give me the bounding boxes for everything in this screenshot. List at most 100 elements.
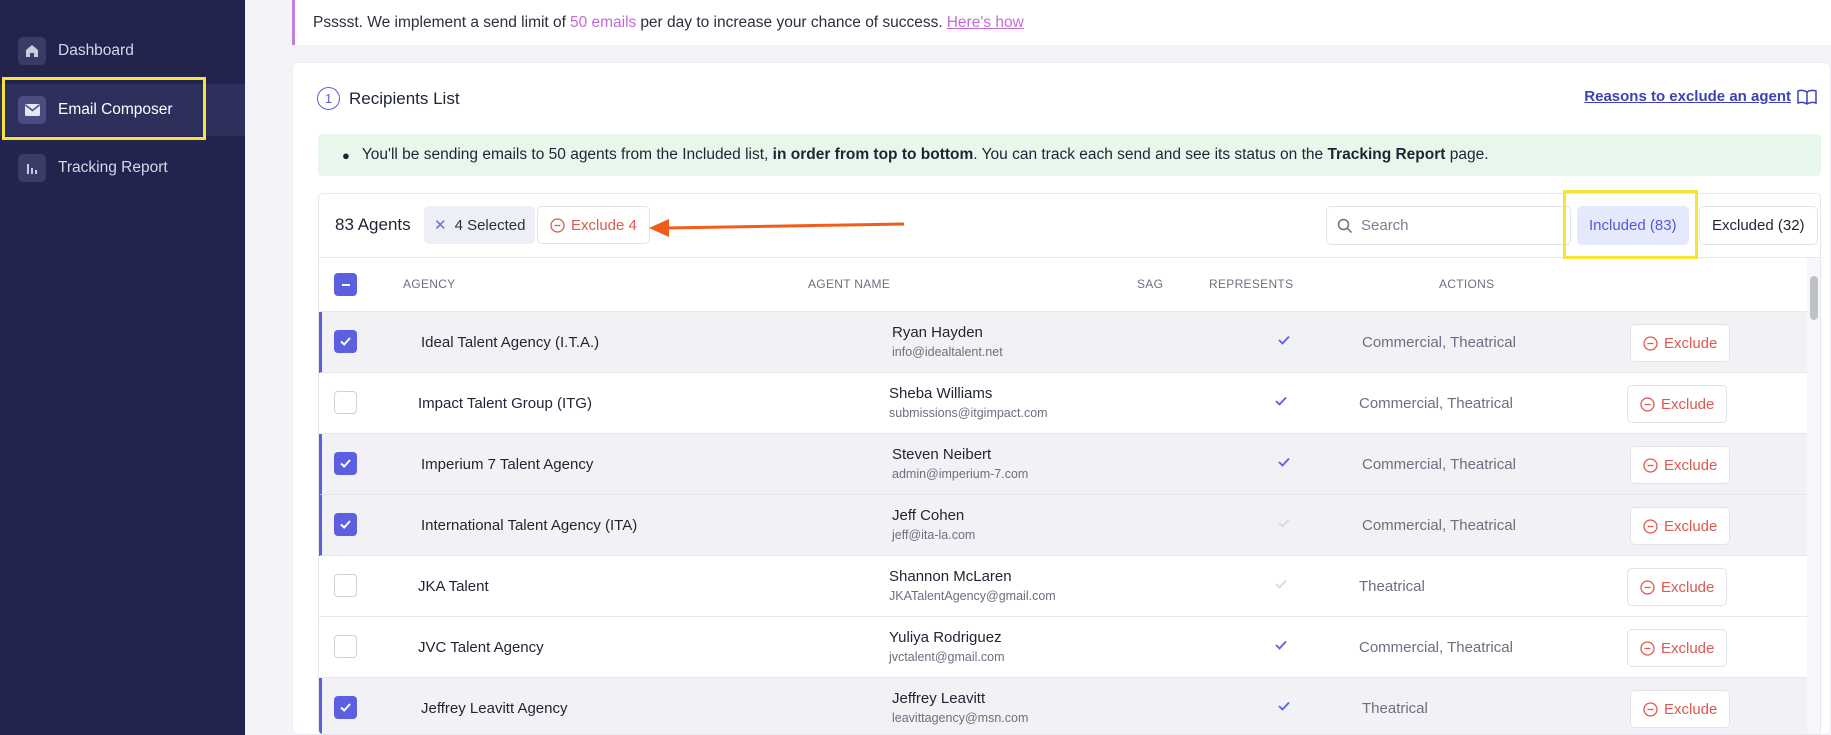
- row-checkbox-wrap: [334, 513, 357, 536]
- table-row[interactable]: Imperium 7 Talent Agency Steven Neibert ad…: [319, 434, 1807, 495]
- reasons-to-exclude-link[interactable]: Reasons to exclude an agent: [1584, 88, 1817, 105]
- info-banner: ● You'll be sending emails to 50 agents …: [318, 134, 1821, 176]
- table-row[interactable]: Jeffrey Leavitt Agency Jeffrey Leavitt lea…: [319, 678, 1807, 734]
- reasons-link-label: Reasons to exclude an agent: [1584, 88, 1791, 105]
- info-text-part: . You can track each send and see its st…: [973, 146, 1328, 163]
- row-checkbox[interactable]: [334, 513, 357, 536]
- represents: Commercial, Theatrical: [1362, 456, 1516, 473]
- search-input[interactable]: [1361, 217, 1561, 234]
- sidebar-item-tracking-report[interactable]: Tracking Report: [0, 142, 245, 194]
- exclude-button[interactable]: Exclude: [1630, 690, 1731, 728]
- minus-circle-icon: [1643, 335, 1658, 351]
- exclude-button[interactable]: Exclude: [1627, 568, 1728, 606]
- row-checkbox-wrap: [334, 452, 357, 475]
- book-icon: [1797, 89, 1817, 105]
- agent-email: jeff@ita-la.com: [892, 528, 976, 542]
- close-icon[interactable]: ✕: [434, 216, 447, 234]
- exclude-button[interactable]: Exclude: [1627, 385, 1728, 423]
- sidebar-item-dashboard[interactable]: Dashboard: [0, 25, 245, 77]
- selected-count-label: 4 Selected: [454, 216, 526, 234]
- page-title: Recipients List: [349, 88, 460, 108]
- table-row[interactable]: JKA Talent Shannon McLaren JKATalentAgency…: [319, 556, 1807, 617]
- table-row[interactable]: Ideal Talent Agency (I.T.A.) Ryan Hayden i…: [319, 312, 1807, 373]
- row-checkbox-wrap: [334, 635, 357, 658]
- agency-name: International Talent Agency (ITA): [421, 517, 638, 534]
- agency-name: Ideal Talent Agency (I.T.A.): [421, 334, 600, 351]
- row-checkbox[interactable]: [334, 452, 357, 475]
- sidebar-item-label: Dashboard: [58, 42, 134, 59]
- recipients-step-header: 1 Recipients List: [317, 87, 460, 110]
- row-checkbox[interactable]: [334, 574, 357, 597]
- exclude-button-label: Exclude: [1664, 456, 1718, 474]
- column-header-agent-name[interactable]: AGENT NAME: [808, 277, 890, 291]
- exclude-button-label: Exclude: [1664, 517, 1718, 535]
- exclude-button-label: Exclude: [1661, 639, 1715, 657]
- exclude-button-label: Exclude: [1664, 700, 1718, 718]
- check-icon: [340, 337, 351, 346]
- selected-count-chip[interactable]: ✕ 4 Selected: [424, 206, 536, 244]
- info-text-bold: Tracking Report: [1327, 146, 1446, 163]
- represents: Theatrical: [1359, 578, 1425, 595]
- heres-how-link[interactable]: Here's how: [947, 14, 1024, 32]
- minus-circle-icon: [1640, 579, 1655, 595]
- agent-email: leavittagency@msn.com: [892, 711, 1029, 725]
- info-text-bold: in order from top to bottom: [772, 146, 974, 163]
- check-icon: [340, 459, 351, 468]
- tab-excluded[interactable]: Excluded (32): [1699, 206, 1818, 245]
- exclude-button-label: Exclude: [1661, 395, 1715, 413]
- exclude-button[interactable]: Exclude: [1630, 324, 1731, 362]
- exclude-button[interactable]: Exclude: [1627, 629, 1728, 667]
- minus-circle-icon: [1643, 518, 1658, 534]
- agency-name: Imperium 7 Talent Agency: [421, 456, 594, 473]
- column-header-represents[interactable]: REPRESENTS: [1209, 277, 1293, 291]
- minus-circle-icon: [550, 217, 565, 233]
- minus-circle-icon: [1643, 701, 1658, 717]
- minus-circle-icon: [1640, 640, 1655, 656]
- column-header-agency[interactable]: AGENCY: [403, 277, 455, 291]
- exclude-selected-label: Exclude 4: [571, 216, 637, 234]
- minus-icon: [341, 283, 350, 286]
- search-icon: [1337, 218, 1353, 233]
- table-row[interactable]: JVC Talent Agency Yuliya Rodriguez jvctale…: [319, 617, 1807, 678]
- row-checkbox[interactable]: [334, 635, 357, 658]
- row-checkbox-wrap: [334, 696, 357, 719]
- table-row[interactable]: International Talent Agency (ITA) Jeff Co…: [319, 495, 1807, 556]
- scrollbar[interactable]: [1807, 258, 1820, 734]
- check-icon: [340, 520, 351, 529]
- represents: Commercial, Theatrical: [1359, 639, 1513, 656]
- row-checkbox[interactable]: [334, 696, 357, 719]
- row-checkbox[interactable]: [334, 330, 357, 353]
- search-field[interactable]: [1326, 206, 1571, 245]
- row-checkbox-wrap: [334, 330, 357, 353]
- exclude-button[interactable]: Exclude: [1630, 507, 1731, 545]
- agent-email: submissions@itgimpact.com: [889, 406, 1048, 420]
- check-icon: [340, 703, 351, 712]
- column-header-sag[interactable]: SAG: [1137, 277, 1163, 291]
- agent-email: info@idealtalent.net: [892, 345, 1003, 359]
- home-icon: [18, 37, 46, 65]
- annotation-arrow: [649, 219, 905, 237]
- info-text-part: You'll be sending emails to 50 agents fr…: [361, 146, 773, 163]
- agent-name: Ryan Hayden: [892, 324, 983, 341]
- select-all-checkbox[interactable]: [334, 273, 357, 296]
- agent-name: Shannon McLaren: [889, 568, 1012, 585]
- highlight-box-email-composer: [2, 77, 206, 140]
- agent-name: Sheba Williams: [889, 385, 993, 402]
- agent-email: JKATalentAgency@gmail.com: [889, 589, 1056, 603]
- exclude-button[interactable]: Exclude: [1630, 446, 1731, 484]
- recipients-table: 83 Agents ✕ 4 Selected Exclude 4 Include…: [318, 193, 1821, 735]
- agent-name: Jeffrey Leavitt: [892, 690, 986, 707]
- represents: Commercial, Theatrical: [1362, 334, 1516, 351]
- table-row[interactable]: Impact Talent Group (ITG) Sheba Williams s…: [319, 373, 1807, 434]
- sag-check-icon: [1274, 577, 1288, 596]
- exclude-selected-button[interactable]: Exclude 4: [537, 206, 650, 244]
- row-checkbox[interactable]: [334, 391, 357, 414]
- exclude-button-label: Exclude: [1664, 334, 1718, 352]
- scrollbar-thumb[interactable]: [1810, 276, 1818, 320]
- sidebar-item-label: Tracking Report: [58, 159, 168, 176]
- sag-check-icon: [1277, 333, 1291, 352]
- highlight-box-included-tab: [1563, 190, 1698, 259]
- exclude-button-label: Exclude: [1661, 578, 1715, 596]
- step-number-badge: 1: [317, 87, 340, 110]
- column-header-actions: ACTIONS: [1439, 277, 1495, 291]
